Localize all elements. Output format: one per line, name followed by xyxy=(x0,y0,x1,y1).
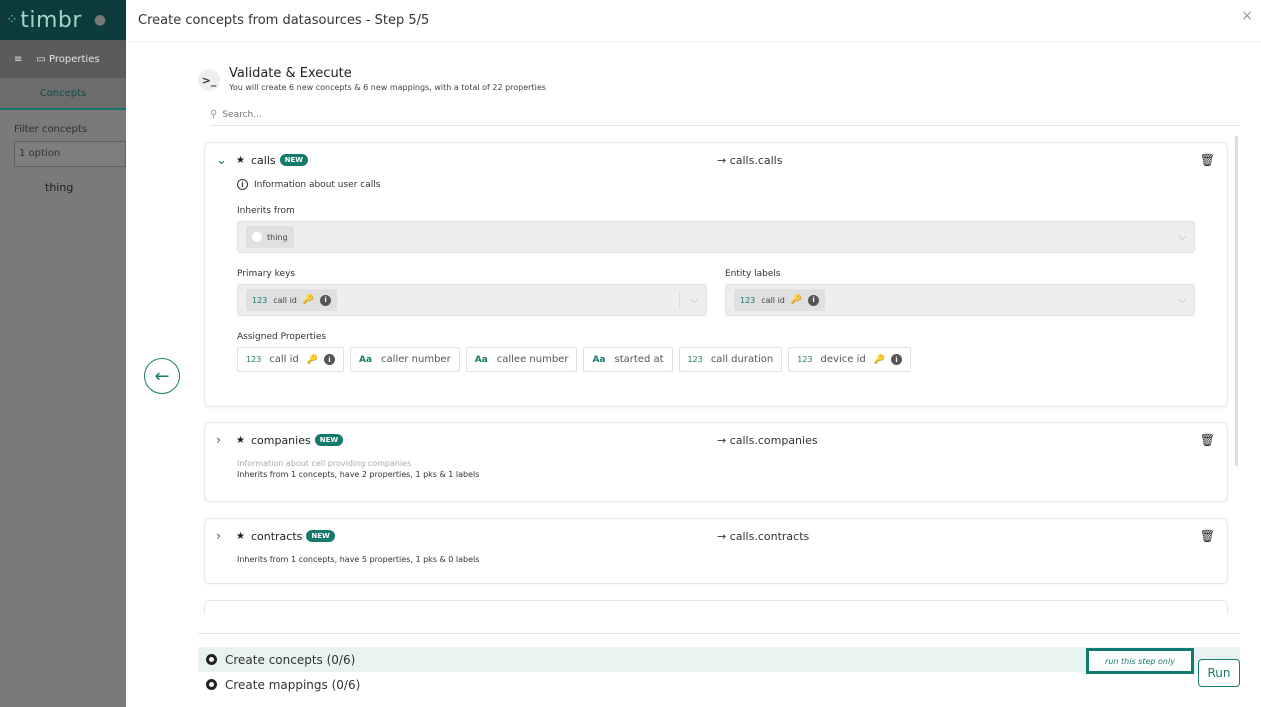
new-badge: NEW xyxy=(314,434,344,446)
mapping-target: → calls.contracts xyxy=(717,529,810,543)
info-icon: i xyxy=(237,179,248,190)
assigned-properties-label: Assigned Properties xyxy=(237,332,327,342)
key-icon: 🔑 xyxy=(790,295,803,305)
entity-labels-label: Entity labels xyxy=(725,269,781,279)
step-title: Validate & Execute xyxy=(229,66,352,81)
property-chip[interactable]: 123 device id 🔑 i xyxy=(788,347,911,372)
star-icon: ★ xyxy=(236,530,245,542)
terminal-icon: >_ xyxy=(198,69,220,91)
run-step-only-button[interactable]: run this step only xyxy=(1086,648,1194,674)
concept-card-calls: ⌄ ★ calls NEW → calls.calls 🗑 i Informat… xyxy=(204,142,1228,407)
primary-keys-label: Primary keys xyxy=(237,269,296,279)
mapping-target: → calls.companies xyxy=(717,433,818,447)
chevron-right-icon[interactable]: › xyxy=(216,433,230,448)
card-header[interactable]: ⌄ ★ calls NEW → calls.calls 🗑 xyxy=(205,143,1227,177)
concept-card-partial xyxy=(204,600,1228,614)
filter-label: Filter concepts xyxy=(14,124,88,135)
info-icon: i xyxy=(890,354,902,365)
entity-label-chip: 123 call id 🔑 i xyxy=(734,289,826,311)
info-icon: i xyxy=(324,354,335,365)
inherits-select[interactable]: thing ⌵ xyxy=(237,221,1195,253)
primary-key-chip: 123 call id 🔑 i xyxy=(246,289,338,311)
star-icon: ★ xyxy=(236,154,245,166)
search-input[interactable] xyxy=(222,109,523,120)
filter-input[interactable]: 1 option xyxy=(14,141,126,167)
concept-card-companies: › ★ companies NEW → calls.companies 🗑 In… xyxy=(204,422,1228,502)
inherits-label: Inherits from xyxy=(237,206,295,216)
step-subtitle: You will create 6 new concepts & 6 new m… xyxy=(229,83,546,92)
run-button[interactable]: Run xyxy=(1198,659,1240,687)
chevron-down-icon[interactable]: ⌵ xyxy=(1178,232,1186,243)
trash-icon[interactable]: 🗑 xyxy=(1200,433,1215,447)
app-logo: ⁘ timbr xyxy=(6,7,82,33)
execution-steps: Create concepts (0/6) Create mappings (0… xyxy=(198,633,1240,697)
step-status-icon xyxy=(206,654,217,665)
property-chip[interactable]: Aa callee number xyxy=(465,347,578,372)
trash-icon[interactable]: 🗑 xyxy=(1200,153,1215,167)
modal-header: Create concepts from datasources - Step … xyxy=(126,0,1261,42)
concept-list[interactable]: ⌄ ★ calls NEW → calls.calls 🗑 i Informat… xyxy=(202,134,1242,614)
primary-keys-select[interactable]: 123 call id 🔑 i ⌵ xyxy=(237,284,707,316)
new-badge: NEW xyxy=(279,154,308,166)
step-create-concepts: Create concepts (0/6) xyxy=(198,647,1240,672)
chevron-down-icon[interactable]: ⌵ xyxy=(1178,295,1186,306)
mapping-target: → calls.calls xyxy=(717,153,783,167)
card-header[interactable]: › ★ contracts NEW → calls.contracts 🗑 xyxy=(205,519,1227,553)
key-icon: 🔑 xyxy=(306,354,318,365)
concept-name: contracts xyxy=(250,529,303,543)
arrow-left-icon: ← xyxy=(154,365,170,387)
concept-summary: Inherits from 1 concepts, have 5 propert… xyxy=(237,555,480,564)
concept-name: calls xyxy=(250,153,276,167)
step-header: >_ Validate & Execute You will create 6 … xyxy=(198,66,546,92)
entity-labels-select[interactable]: 123 call id 🔑 i ⌵ xyxy=(725,284,1195,316)
chevron-down-icon[interactable]: ⌄ xyxy=(216,153,230,168)
create-concepts-modal: Create concepts from datasources - Step … xyxy=(126,0,1261,707)
info-icon: i xyxy=(320,294,332,306)
info-icon: i xyxy=(808,294,820,306)
chevron-right-icon[interactable]: › xyxy=(216,529,230,544)
assigned-properties: 123 call id 🔑 i Aa caller number Aa call… xyxy=(237,347,1195,372)
property-chip[interactable]: 123 call duration xyxy=(678,347,783,372)
card-header[interactable]: › ★ companies NEW → calls.companies 🗑 xyxy=(205,423,1227,457)
lightbulb-icon[interactable]: ● xyxy=(94,12,106,28)
trash-icon[interactable]: 🗑 xyxy=(1200,529,1215,543)
app-topbar: ⁘ timbr ● xyxy=(0,0,126,40)
concept-summary: Inherits from 1 concepts, have 2 propert… xyxy=(237,470,480,479)
property-chip[interactable]: Aa started at xyxy=(583,347,673,372)
search-bar: ⚲ xyxy=(210,104,1240,126)
property-chip[interactable]: Aa caller number xyxy=(350,347,460,372)
scrollbar[interactable] xyxy=(1235,136,1238,466)
inherit-chip: thing xyxy=(246,226,294,248)
back-button[interactable]: ← xyxy=(144,358,180,394)
concept-card-contracts: › ★ contracts NEW → calls.contracts 🗑 In… xyxy=(204,518,1228,584)
modal-title: Create concepts from datasources - Step … xyxy=(138,13,430,28)
background-app: ⁘ timbr ● ≡ ▭ Properties Concepts Filter … xyxy=(0,0,126,707)
concept-tree-item[interactable]: thing xyxy=(0,167,126,194)
close-icon[interactable]: × xyxy=(1241,8,1253,24)
chevron-down-icon[interactable]: ⌵ xyxy=(690,295,698,306)
new-badge: NEW xyxy=(306,530,335,542)
search-icon: ⚲ xyxy=(210,109,218,120)
property-chip[interactable]: 123 call id 🔑 i xyxy=(237,347,344,372)
tab-concepts[interactable]: Concepts xyxy=(0,78,126,110)
step-create-mappings: Create mappings (0/6) xyxy=(198,672,1240,697)
concept-description: i Information about user calls xyxy=(237,179,1195,190)
concept-name: companies xyxy=(250,433,311,447)
step-status-icon xyxy=(206,679,217,690)
app-toolbar: ≡ ▭ Properties xyxy=(0,40,126,78)
key-icon: 🔑 xyxy=(302,295,315,305)
concept-description: Information about cell providing compani… xyxy=(237,459,412,468)
key-icon: 🔑 xyxy=(873,354,885,365)
menu-icon[interactable]: ≡ xyxy=(14,54,22,65)
star-icon: ★ xyxy=(236,434,245,446)
properties-button[interactable]: ▭ Properties xyxy=(36,54,99,65)
